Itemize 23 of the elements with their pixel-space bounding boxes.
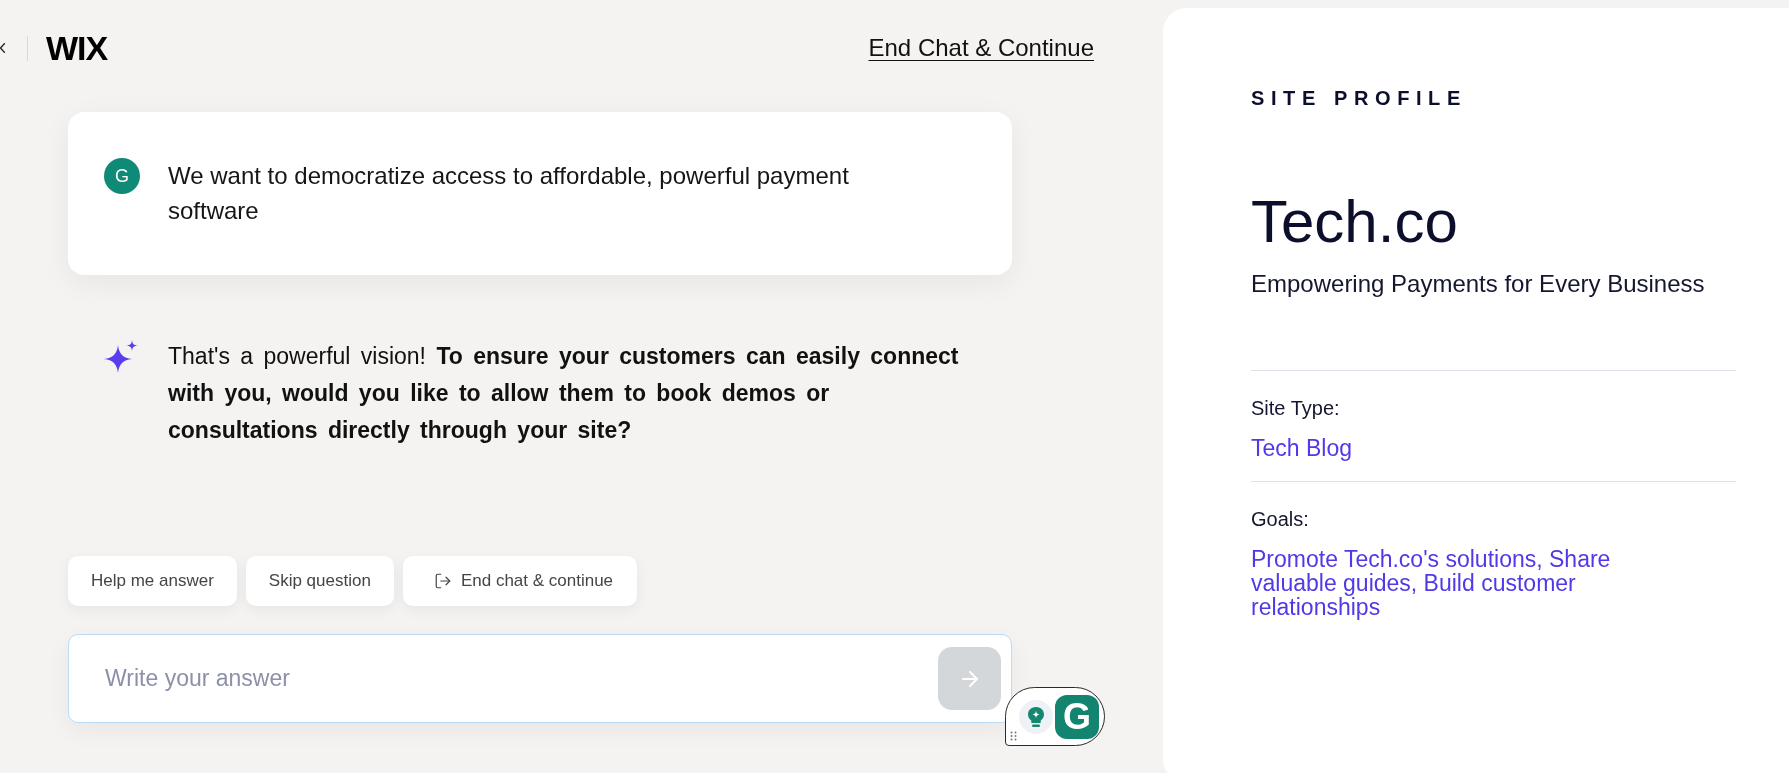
panel-heading: SITE PROFILE — [1251, 86, 1467, 110]
floating-widget[interactable]: G — [1005, 687, 1105, 746]
answer-field[interactable]: Write your answer — [68, 634, 1012, 723]
chevron-left-icon[interactable] — [0, 43, 5, 53]
message-text: We want to democratize access to affordable, powerful payment software — [168, 161, 850, 226]
sparkle-icon — [104, 340, 138, 374]
site-name: Tech.co — [1251, 187, 1458, 257]
wix-logo: WIX — [46, 31, 108, 65]
drag-handle-icon — [1010, 731, 1017, 741]
user-avatar: G — [104, 158, 140, 194]
field-label: Site Type: — [1251, 396, 1340, 420]
quick-reply-chip[interactable]: Skip question — [245, 556, 394, 606]
field-value: Promote Tech.co's solutions, Share valuable guides, Build customer relationships — [1251, 547, 1612, 619]
widget-logo: G — [1055, 694, 1099, 739]
exit-icon — [433, 572, 452, 590]
end-chat-link[interactable]: End Chat & Continue — [868, 30, 1094, 66]
field-value: Tech Blog — [1251, 436, 1352, 460]
site-tagline: Empowering Payments for Every Business — [1251, 269, 1705, 299]
quick-reply-chip[interactable]: End chat & continue — [402, 556, 638, 606]
field-label: Goals: — [1251, 507, 1309, 531]
quick-reply-chip[interactable]: Help me answer — [68, 556, 237, 606]
lightbulb-icon — [1019, 699, 1053, 734]
assistant-message: That's a powerful vision! To ensure your customers can easily connect with you, would you like to allow them to book demos or consultations directly through your site? — [168, 342, 960, 445]
